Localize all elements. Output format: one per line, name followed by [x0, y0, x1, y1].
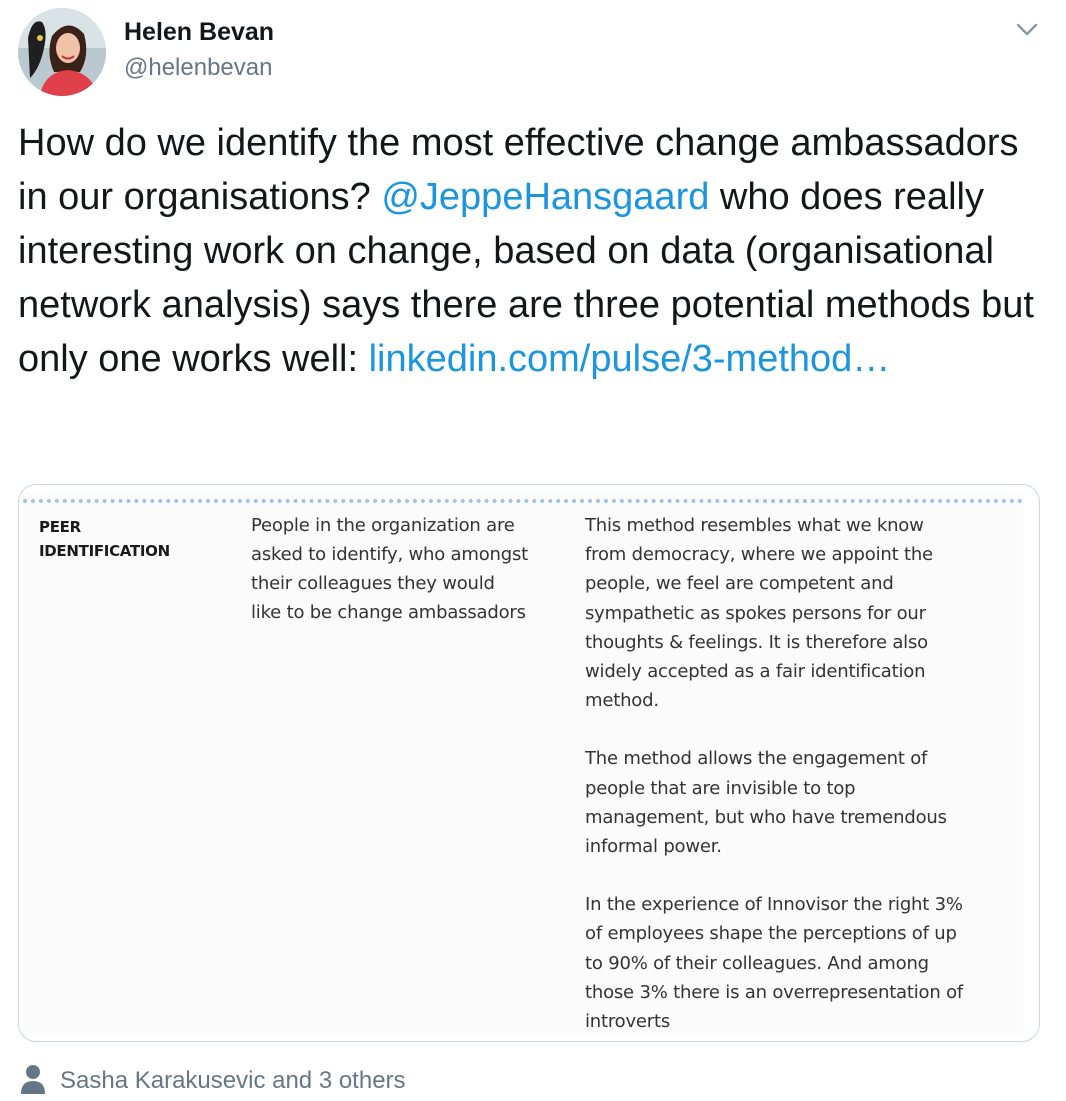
person-icon [20, 1064, 46, 1099]
method-description: People in the organization are asked to … [251, 515, 528, 623]
dotted-divider [23, 499, 1023, 503]
media-content: PEER IDENTIFICATION People in the organi… [23, 493, 1023, 1035]
method-explanation: This method resembles what we know from … [585, 511, 1015, 1041]
media-image[interactable]: PEER IDENTIFICATION People in the organi… [18, 484, 1040, 1042]
explanation-paragraph: This method resembles what we know from … [585, 515, 933, 712]
explanation-paragraph: In the experience of Innovisor the right… [585, 894, 964, 1033]
tweet-text: How do we identify the most effective ch… [18, 116, 1048, 386]
url-link[interactable]: linkedin.com/pulse/3-method… [369, 338, 891, 380]
method-label-line1: PEER [39, 518, 81, 536]
explanation-paragraph: The method allows the engagement of peop… [585, 748, 947, 858]
avatar[interactable] [18, 8, 106, 96]
author-name[interactable]: Helen Bevan [124, 18, 274, 47]
liked-by-text: Sasha Karakusevic and 3 others [60, 1067, 406, 1094]
mention-link[interactable]: @JeppeHansgaard [381, 176, 709, 218]
liked-by[interactable]: Sasha Karakusevic and 3 others [20, 1064, 406, 1098]
method-label-line2: IDENTIFICATION [39, 542, 170, 560]
method-label: PEER IDENTIFICATION [39, 515, 170, 563]
author-handle[interactable]: @helenbevan [124, 54, 272, 82]
chevron-down-icon[interactable] [1012, 16, 1042, 42]
